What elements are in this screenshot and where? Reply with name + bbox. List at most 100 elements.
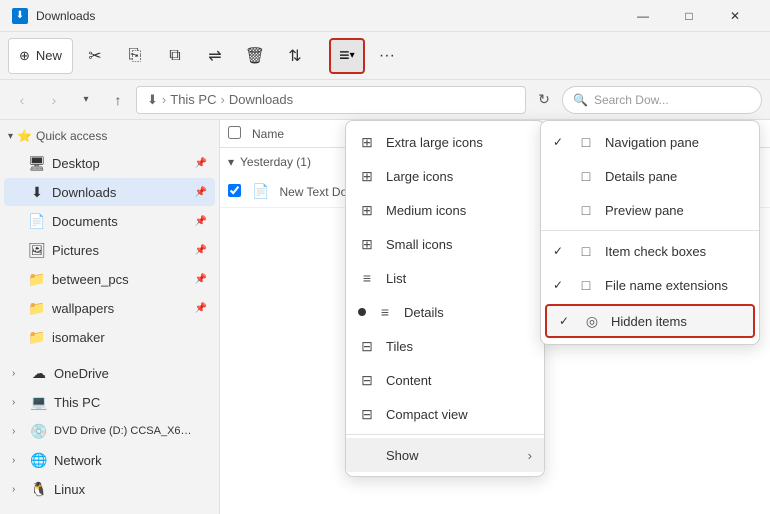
sidebar-item-onedrive[interactable]: › ☁ OneDrive xyxy=(4,359,215,387)
submenu-navigation-pane[interactable]: ✓ □ Navigation pane xyxy=(541,125,759,159)
documents-label: Documents xyxy=(52,214,118,229)
window-controls: — □ ✕ xyxy=(620,0,758,32)
menu-extra-large-icons[interactable]: ⊞ Extra large icons xyxy=(346,125,544,159)
menu-show[interactable]: Show xyxy=(346,438,544,472)
menu-small-icons[interactable]: ⊞ Small icons xyxy=(346,227,544,261)
compact-view-icon: ⊟ xyxy=(358,406,376,423)
file-ext-check: ✓ xyxy=(553,278,567,292)
compact-view-label: Compact view xyxy=(386,407,468,422)
isomaker-label: isomaker xyxy=(52,330,105,345)
sidebar-item-downloads[interactable]: ⬇ Downloads 📌 xyxy=(4,178,215,206)
sidebar-item-pictures[interactable]: 🖼 Pictures 📌 xyxy=(4,236,215,264)
sidebar-item-desktop[interactable]: 🖥 Desktop 📌 xyxy=(4,149,215,177)
sidebar-item-isomaker[interactable]: 📁 isomaker xyxy=(4,323,215,351)
tiles-label: Tiles xyxy=(386,339,413,354)
submenu-file-extensions[interactable]: ✓ □ File name extensions xyxy=(541,268,759,302)
up-folder-icon: ⬇ xyxy=(147,92,158,108)
nav-pane-label: Navigation pane xyxy=(605,135,699,150)
view-icon: ≡ xyxy=(339,45,350,66)
search-box[interactable]: 🔍 Search Dow... xyxy=(562,86,762,114)
back-button[interactable]: ‹ xyxy=(8,86,36,114)
downloads-icon: ⬇ xyxy=(28,184,46,201)
network-icon: 🌐 xyxy=(30,452,48,469)
view-button[interactable]: ≡ ▾ xyxy=(329,38,365,74)
cut-button[interactable]: ✂ xyxy=(77,38,113,74)
preview-pane-label: Preview pane xyxy=(605,203,684,218)
large-icons-icon: ⊞ xyxy=(358,168,376,185)
quick-access-star: ⭐ xyxy=(17,129,32,143)
submenu-separator xyxy=(541,230,759,231)
address-path[interactable]: ⬇ › This PC › Downloads xyxy=(136,86,526,114)
maximize-button[interactable]: □ xyxy=(666,0,712,32)
submenu-details-pane[interactable]: ✓ □ Details pane xyxy=(541,159,759,193)
new-button[interactable]: ⊕ New xyxy=(8,38,73,74)
content-icon: ⊟ xyxy=(358,372,376,389)
quick-access-label: Quick access xyxy=(36,129,107,143)
menu-list[interactable]: ≡ List xyxy=(346,261,544,295)
extra-large-icons-label: Extra large icons xyxy=(386,135,483,150)
check-boxes-check: ✓ xyxy=(553,244,567,258)
close-button[interactable]: ✕ xyxy=(712,0,758,32)
sidebar-item-dvd[interactable]: › 💿 DVD Drive (D:) CCSA_X64FRE_EN-US_D xyxy=(4,417,215,445)
view-dropdown-icon: ▾ xyxy=(350,50,355,61)
submenu-item-check-boxes[interactable]: ✓ □ Item check boxes xyxy=(541,234,759,268)
path-downloads: Downloads xyxy=(229,92,293,107)
documents-pin: 📌 xyxy=(195,216,207,227)
delete-button[interactable]: 🗑 xyxy=(237,38,273,74)
quick-access-expand: ▾ xyxy=(8,131,13,142)
medium-icons-icon: ⊞ xyxy=(358,202,376,219)
sidebar-item-thispc[interactable]: › 💻 This PC xyxy=(4,388,215,416)
menu-details[interactable]: ≡ Details xyxy=(346,295,544,329)
submenu-hidden-items[interactable]: ✓ ◎ Hidden items xyxy=(545,304,755,338)
small-icons-icon: ⊞ xyxy=(358,236,376,253)
network-label: Network xyxy=(54,453,102,468)
path-sep2: › xyxy=(220,92,224,107)
check-boxes-label: Item check boxes xyxy=(605,244,706,259)
sidebar-item-between-pcs[interactable]: 📁 between_pcs 📌 xyxy=(4,265,215,293)
file-checkbox[interactable] xyxy=(228,184,241,197)
sidebar-item-linux[interactable]: › 🐧 Linux xyxy=(4,475,215,503)
forward-button[interactable]: › xyxy=(40,86,68,114)
documents-icon: 📄 xyxy=(28,213,46,230)
linux-label: Linux xyxy=(54,482,85,497)
up-button[interactable]: ↑ xyxy=(104,86,132,114)
desktop-label: Desktop xyxy=(52,156,100,171)
menu-tiles[interactable]: ⊟ Tiles xyxy=(346,329,544,363)
address-bar: ‹ › ▾ ↑ ⬇ › This PC › Downloads ↻ 🔍 Sear… xyxy=(0,80,770,120)
file-ext-icon: □ xyxy=(577,277,595,293)
thispc-expand: › xyxy=(12,397,24,408)
sidebar-item-network[interactable]: › 🌐 Network xyxy=(4,446,215,474)
window-title: Downloads xyxy=(36,9,612,23)
rename-button[interactable]: ⇌ xyxy=(197,38,233,74)
menu-medium-icons[interactable]: ⊞ Medium icons xyxy=(346,193,544,227)
select-all-checkbox[interactable] xyxy=(228,126,241,139)
refresh-button[interactable]: ↻ xyxy=(530,86,558,114)
paste-button[interactable]: ⧉ xyxy=(157,38,193,74)
copy-button[interactable]: ⎘ xyxy=(117,38,153,74)
menu-compact-view[interactable]: ⊟ Compact view xyxy=(346,397,544,431)
dvd-icon: 💿 xyxy=(30,423,48,440)
file-icon: 📄 xyxy=(252,183,269,200)
sidebar-item-documents[interactable]: 📄 Documents 📌 xyxy=(4,207,215,235)
quick-access-header[interactable]: ▾ ⭐ Quick access xyxy=(0,124,219,148)
linux-expand: › xyxy=(12,484,24,495)
sort-button[interactable]: ⇅ xyxy=(277,38,313,74)
dvd-expand: › xyxy=(12,426,24,437)
menu-large-icons[interactable]: ⊞ Large icons xyxy=(346,159,544,193)
small-icons-label: Small icons xyxy=(386,237,452,252)
hidden-items-icon: ◎ xyxy=(583,313,601,330)
minimize-button[interactable]: — xyxy=(620,0,666,32)
list-label: List xyxy=(386,271,406,286)
menu-content[interactable]: ⊟ Content xyxy=(346,363,544,397)
sidebar: ▾ ⭐ Quick access 🖥 Desktop 📌 ⬇ Downloads… xyxy=(0,120,220,514)
submenu-preview-pane[interactable]: ✓ □ Preview pane xyxy=(541,193,759,227)
between-pcs-pin: 📌 xyxy=(195,274,207,285)
onedrive-label: OneDrive xyxy=(54,366,109,381)
hidden-items-check: ✓ xyxy=(559,314,573,328)
sidebar-item-wallpapers[interactable]: 📁 wallpapers 📌 xyxy=(4,294,215,322)
large-icons-label: Large icons xyxy=(386,169,453,184)
more-button[interactable]: ··· xyxy=(369,38,405,74)
path-sep1: › xyxy=(162,92,166,107)
pictures-icon: 🖼 xyxy=(28,242,46,259)
recent-locations-button[interactable]: ▾ xyxy=(72,86,100,114)
